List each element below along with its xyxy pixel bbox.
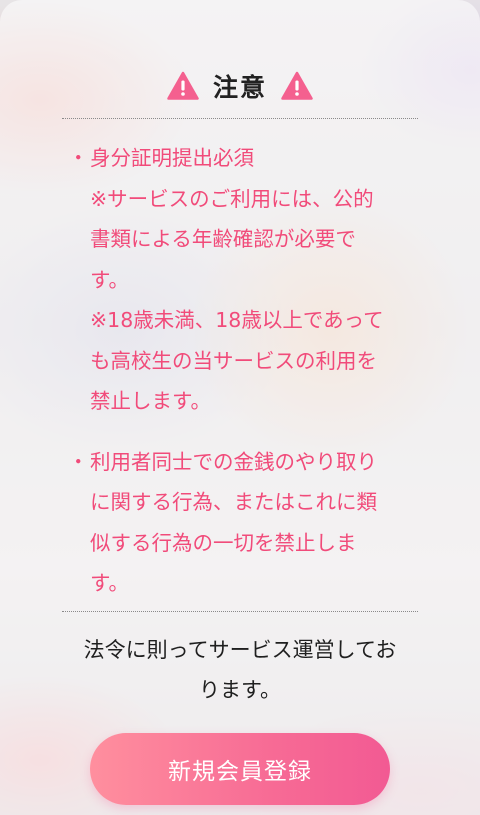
notice-line: す。 [90,267,129,292]
legal-line: ります。 [199,678,281,702]
notice-line: 身分証明提出必須 [90,146,254,170]
legal-compliance-text: 法令に則ってサービス運営してお ります。 [62,630,418,710]
bullet: ・ [68,449,89,474]
bullet: ・ [68,146,89,170]
notice-line: 似する行為の一切を禁止しま [90,530,357,555]
notice-item-money-exchange: ・ 利用者同士での金銭のやり取り に関する行為、またはこれに類 似する行為の一切… [62,442,422,604]
register-button[interactable]: 新規会員登録 [90,733,390,805]
notice-list: ・ 身分証明提出必須 ※サービスのご利用には、公的 書類による年齢確認が必要で … [62,138,422,604]
divider-bottom [62,611,418,612]
notice-line: す。 [90,571,129,595]
notice-title: 注意 [212,73,267,102]
warning-triangle-icon [167,71,199,100]
notice-item-id-verification: ・ 身分証明提出必須 ※サービスのご利用には、公的 書類による年齢確認が必要で … [62,138,422,422]
divider-top [62,118,418,119]
notice-line: ※サービスのご利用には、公的 [90,186,374,211]
notice-line: も高校生の当サービスの利用を [90,348,377,373]
notice-line: 利用者同士での金銭のやり取り [90,449,377,474]
notice-heading: 注意 [0,64,480,108]
notice-line: 禁止します。 [90,389,211,413]
legal-line: 法令に則ってサービス運営してお [83,638,397,662]
notice-line: に関する行為、またはこれに類 [90,490,377,514]
warning-triangle-icon [281,71,313,100]
notice-panel: 注意 ・ 身分証明提出必須 ※サービスのご利用には、公的 書類による年齢確認が必… [0,0,480,815]
notice-line: 書類による年齢確認が必要で [90,227,356,251]
notice-line: ※18歳未満、18歳以上であって [90,308,384,332]
